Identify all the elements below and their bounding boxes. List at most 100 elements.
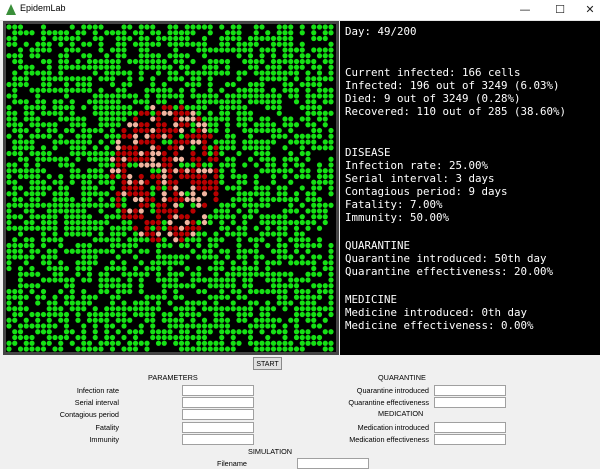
grid-cell	[184, 334, 190, 341]
grid-cell	[247, 87, 254, 93]
grid-cell	[144, 58, 150, 65]
grid-cell	[196, 237, 202, 243]
grid-cell	[201, 99, 208, 105]
quarantine-introduced-input[interactable]	[434, 385, 506, 396]
grid-cell	[167, 93, 173, 99]
grid-cell	[132, 122, 139, 128]
grid-cell	[29, 254, 35, 260]
grid-cell	[230, 35, 236, 42]
grid-cell	[224, 231, 231, 237]
grid-cell	[63, 191, 70, 197]
grid-cell	[75, 306, 81, 312]
grid-cell	[35, 47, 41, 53]
grid-cell	[293, 329, 300, 335]
grid-cell	[316, 334, 323, 341]
grid-cell	[46, 202, 52, 208]
grid-cell	[46, 127, 52, 134]
grid-cell	[259, 231, 265, 237]
grid-cell	[173, 76, 179, 82]
medication-introduced-input[interactable]	[434, 422, 506, 433]
grid-cell	[196, 70, 202, 76]
grid-cell	[236, 150, 242, 157]
grid-cell	[138, 41, 144, 47]
grid-cell	[201, 185, 208, 191]
grid-cell	[127, 35, 133, 42]
grid-cell	[155, 87, 162, 93]
grid-cell	[150, 116, 156, 122]
grid-cell	[316, 323, 323, 329]
close-button[interactable]: ✕	[575, 0, 600, 20]
grid-cell	[12, 191, 18, 197]
grid-cell	[305, 242, 311, 249]
grid-cell	[86, 150, 93, 157]
maximize-button[interactable]: ☐	[545, 0, 575, 20]
grid-cell	[155, 306, 162, 312]
start-button[interactable]: START	[253, 357, 282, 370]
grid-cell	[288, 127, 294, 134]
fatality-input[interactable]	[182, 422, 254, 433]
grid-cell	[29, 346, 35, 352]
grid-cell	[109, 64, 116, 70]
grid-cell	[29, 219, 35, 226]
grid-cell	[40, 133, 47, 139]
grid-cell	[305, 116, 311, 122]
grid-cell	[23, 346, 29, 352]
grid-cell	[63, 208, 70, 214]
grid-cell	[98, 277, 104, 283]
filename-input[interactable]	[297, 458, 369, 469]
grid-cell	[265, 225, 271, 231]
grid-cell	[213, 64, 219, 70]
grid-cell	[81, 260, 87, 266]
grid-cell	[35, 104, 41, 111]
grid-cell	[196, 219, 202, 226]
grid-cell	[69, 87, 75, 93]
grid-cell	[213, 237, 219, 243]
grid-cell	[247, 133, 254, 139]
medicine-header: MEDICINE	[345, 293, 398, 306]
infection-rate-input[interactable]	[182, 385, 254, 396]
grid-cell	[121, 93, 127, 99]
grid-cell	[213, 58, 219, 65]
serial-interval-input[interactable]	[182, 397, 254, 408]
contagious-period-input[interactable]	[182, 409, 254, 420]
grid-cell	[150, 329, 156, 335]
grid-cell	[104, 70, 110, 76]
grid-cell	[316, 294, 323, 300]
grid-cell	[230, 24, 236, 30]
grid-cell	[52, 265, 58, 272]
grid-cell	[242, 260, 248, 266]
grid-cell	[46, 76, 52, 82]
grid-cell	[17, 122, 24, 128]
grid-cell	[311, 64, 317, 70]
grid-cell	[115, 104, 121, 111]
grid-cell	[224, 58, 231, 65]
grid-cell	[86, 185, 93, 191]
grid-cell	[311, 191, 317, 197]
grid-cell	[236, 306, 242, 312]
grid-cell	[40, 110, 47, 116]
grid-cell	[167, 104, 173, 111]
medication-effectiveness-input[interactable]	[434, 434, 506, 445]
grid-cell	[6, 168, 12, 174]
grid-cell	[86, 317, 93, 323]
grid-cell	[270, 58, 277, 65]
grid-cell	[270, 47, 277, 53]
grid-cell	[104, 64, 110, 70]
grid-cell	[201, 329, 208, 335]
grid-cell	[201, 133, 208, 139]
grid-cell	[201, 323, 208, 329]
grid-cell	[29, 311, 35, 318]
grid-cell	[265, 196, 271, 203]
grid-cell	[150, 24, 156, 30]
grid-cell	[190, 145, 196, 151]
grid-cell	[17, 173, 24, 180]
grid-cell	[316, 340, 323, 346]
quarantine-introduced-stat: Quarantine introduced: 50th day	[345, 252, 547, 265]
quarantine-effectiveness-input[interactable]	[434, 397, 506, 408]
grid-cell	[253, 145, 259, 151]
grid-cell	[173, 317, 179, 323]
grid-cell	[236, 30, 242, 36]
immunity-input[interactable]	[182, 434, 254, 445]
minimize-button[interactable]: —	[510, 0, 540, 20]
grid-cell	[150, 317, 156, 323]
